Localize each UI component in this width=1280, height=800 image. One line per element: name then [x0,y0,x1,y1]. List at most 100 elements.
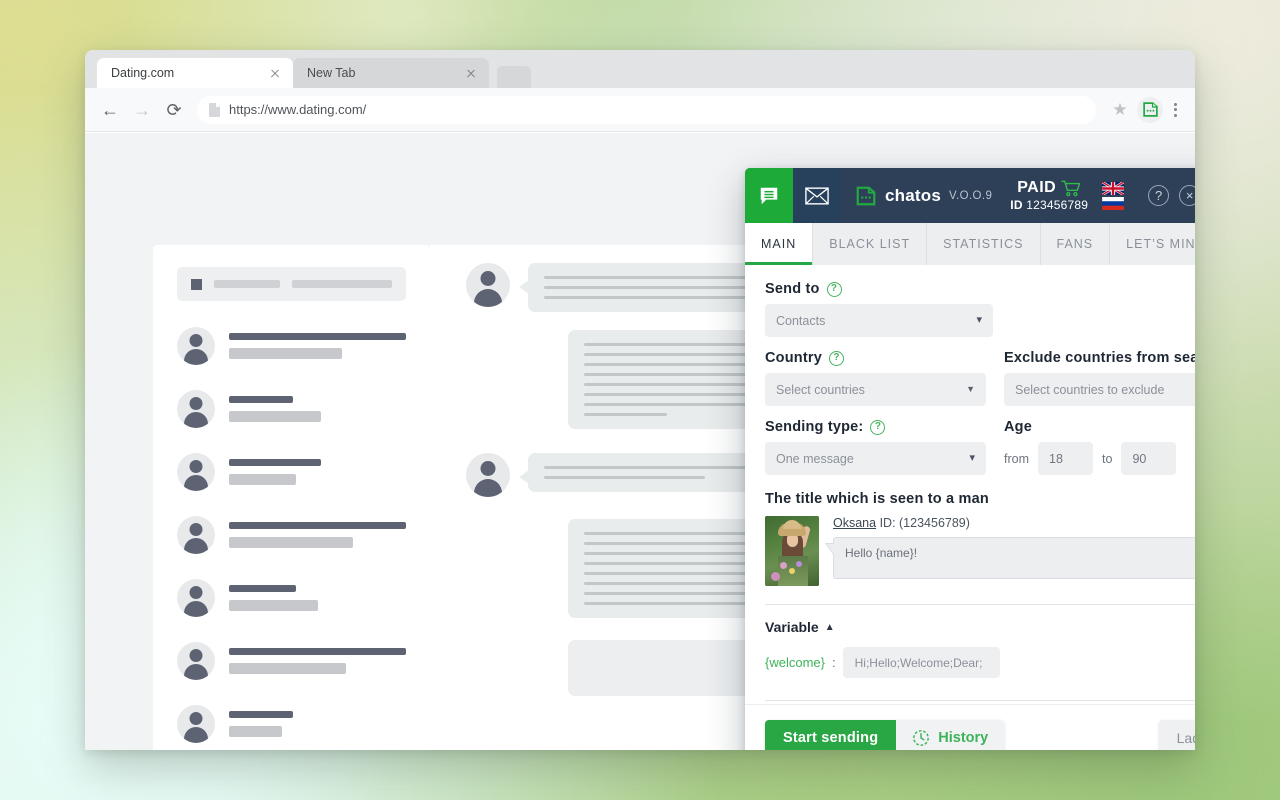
account-status[interactable]: PAID ID 123456789 [1002,168,1094,223]
browser-tabstrip: Dating.com New Tab [85,50,1195,88]
exclude-placeholder: Select countries to exclude [1015,382,1165,397]
sidebar-search-bar[interactable] [177,267,406,301]
reload-button[interactable]: ⟳ [159,95,189,125]
chatos-footer: Start sending History Lady [745,704,1195,750]
help-icon[interactable]: ? [828,350,844,366]
country-select[interactable]: Select countries ▼ [765,373,986,406]
list-item[interactable] [177,516,406,554]
forward-button[interactable]: → [127,95,157,125]
shopping-cart-icon [1061,180,1081,196]
history-button[interactable]: History [896,719,1005,750]
profile-meta: Oksana ID: (123456789) [833,516,1195,530]
address-bar[interactable]: https://www.dating.com/ [197,95,1096,124]
back-button[interactable]: ← [95,95,125,125]
address-bar-url: https://www.dating.com/ [229,102,367,117]
chatos-body: Send to ? Contacts ▾ Country ? Select co… [745,265,1195,704]
clock-icon [913,729,930,746]
divider [765,604,1195,605]
lady-button[interactable]: Lady [1158,719,1195,750]
age-from-label: from [1004,451,1029,466]
avatar [177,390,215,428]
tab-fans[interactable]: FANS [1041,223,1111,265]
variable-value-input[interactable]: Hi;Hello;Welcome;Dear; [842,647,1000,678]
language-switcher[interactable] [1094,168,1132,223]
chevron-down-icon: ▼ [966,384,975,394]
close-icon[interactable]: × [1179,185,1195,206]
tab-black-list[interactable]: BLACK LIST [813,223,928,265]
avatar [177,327,215,365]
exclude-countries-select[interactable]: Select countries to exclude ▼ [1004,373,1195,406]
mail-tab-button[interactable] [793,168,841,223]
list-item[interactable] [177,705,406,743]
kebab-menu-icon[interactable] [1166,102,1185,117]
profile-name-link[interactable]: Oksana [833,516,876,530]
age-to-label: to [1102,451,1113,466]
header-actions: ? × [1132,168,1195,223]
avatar [466,263,510,307]
chatos-tabbar: MAIN BLACK LIST STATISTICS FANS LET’S MI… [745,223,1195,265]
close-icon[interactable] [463,65,479,81]
tab-lets-mingle[interactable]: LET’S MINGLE [1110,223,1195,265]
page-info-icon [209,102,220,117]
divider [765,700,1195,701]
history-label: History [938,729,989,746]
new-tab-button[interactable] [497,66,531,88]
send-to-label: Send to ? [765,281,1195,297]
variable-section-header[interactable]: Variable ▲ [765,619,1195,635]
list-item[interactable] [177,642,406,680]
list-item[interactable] [177,453,406,491]
bookmark-star-icon[interactable]: ★ [1106,96,1134,124]
help-icon[interactable]: ? [1148,185,1170,206]
list-item[interactable] [177,327,406,365]
chatos-logo-icon [856,186,876,205]
start-sending-button[interactable]: Start sending [765,719,897,750]
browser-tab-dating[interactable]: Dating.com [97,58,293,88]
profile-id: ID: (123456789) [879,516,970,530]
chatos-extension-icon[interactable] [1136,96,1164,124]
caret-up-icon: ▲ [824,621,835,633]
profile-preview: Oksana ID: (123456789) Hello {name}! [765,516,1195,586]
help-icon[interactable]: ? [826,281,842,297]
age-range: from 18 to 90 [1004,442,1195,475]
tab-main[interactable]: MAIN [745,223,814,265]
avatar [177,516,215,554]
age-to-input[interactable]: 90 [1121,442,1177,475]
browser-tab-newtab[interactable]: New Tab [293,58,489,88]
avatar [177,453,215,491]
chatos-panel: chatos V.O.O.9 PAID ID 123456789 ? × MAI… [745,168,1195,750]
country-placeholder: Select countries [776,382,865,397]
help-icon[interactable]: ? [870,419,886,435]
avatar [177,579,215,617]
browser-toolbar: ← → ⟳ https://www.dating.com/ ★ [85,88,1195,132]
variable-key: {welcome} [765,655,825,670]
contacts-list [177,327,406,743]
variable-heading: Variable [765,619,819,635]
close-icon[interactable] [267,65,283,81]
country-label: Country ? [765,350,986,366]
send-to-select[interactable]: Contacts ▾ [765,304,993,337]
avatar [466,453,510,497]
search-icon [191,278,202,290]
age-from-input[interactable]: 18 [1038,442,1093,475]
list-item[interactable] [177,390,406,428]
browser-tab-title: New Tab [307,66,356,80]
tab-statistics[interactable]: STATISTICS [927,223,1041,265]
chat-tab-button[interactable] [745,168,793,223]
ru-flag-icon[interactable] [1102,196,1124,210]
variable-row: {welcome} : Hi;Hello;Welcome;Dear; [765,647,1195,678]
variable-colon: : [831,655,836,670]
message-text-input[interactable]: Hello {name}! [825,537,1195,579]
chevron-down-icon: ▾ [969,452,975,464]
profile-photo[interactable] [765,516,819,586]
status-badge: PAID [1017,179,1057,196]
browser-tab-title: Dating.com [111,66,175,80]
brand-name: chatos [885,185,941,205]
sending-type-select[interactable]: One message ▾ [765,442,986,475]
list-item[interactable] [177,579,406,617]
sending-type-value: One message [776,451,854,466]
placeholder-bar [292,280,392,288]
chevron-down-icon: ▾ [976,314,982,326]
uk-flag-icon[interactable] [1102,181,1125,195]
avatar [177,642,215,680]
browser-window: Dating.com New Tab ← → ⟳ https://www.dat… [85,50,1195,750]
